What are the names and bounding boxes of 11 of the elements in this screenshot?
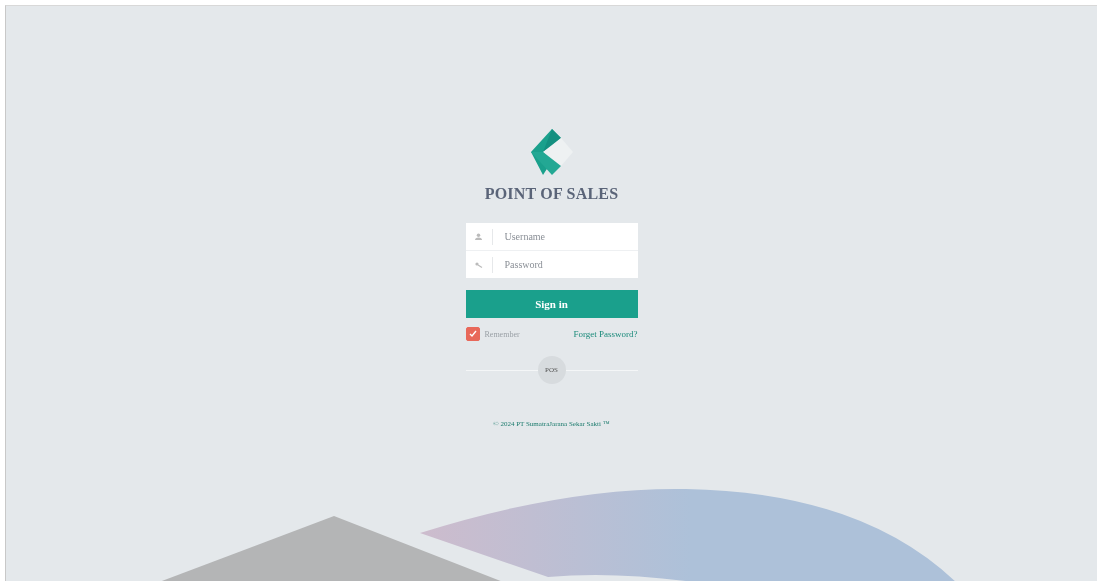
app-title: POINT OF SALES [484, 185, 619, 203]
password-field[interactable]: Password [492, 258, 638, 271]
key-icon [474, 261, 483, 268]
remember-label: Remember [484, 329, 520, 339]
sign-in-button[interactable]: Sign in [465, 290, 638, 318]
remember-checkbox[interactable] [465, 327, 480, 341]
logo-icon [530, 129, 573, 175]
username-field[interactable]: Username [492, 230, 638, 243]
check-icon [468, 330, 477, 338]
forgot-password-link[interactable]: Forget Password? [573, 329, 638, 339]
user-icon [475, 233, 482, 240]
